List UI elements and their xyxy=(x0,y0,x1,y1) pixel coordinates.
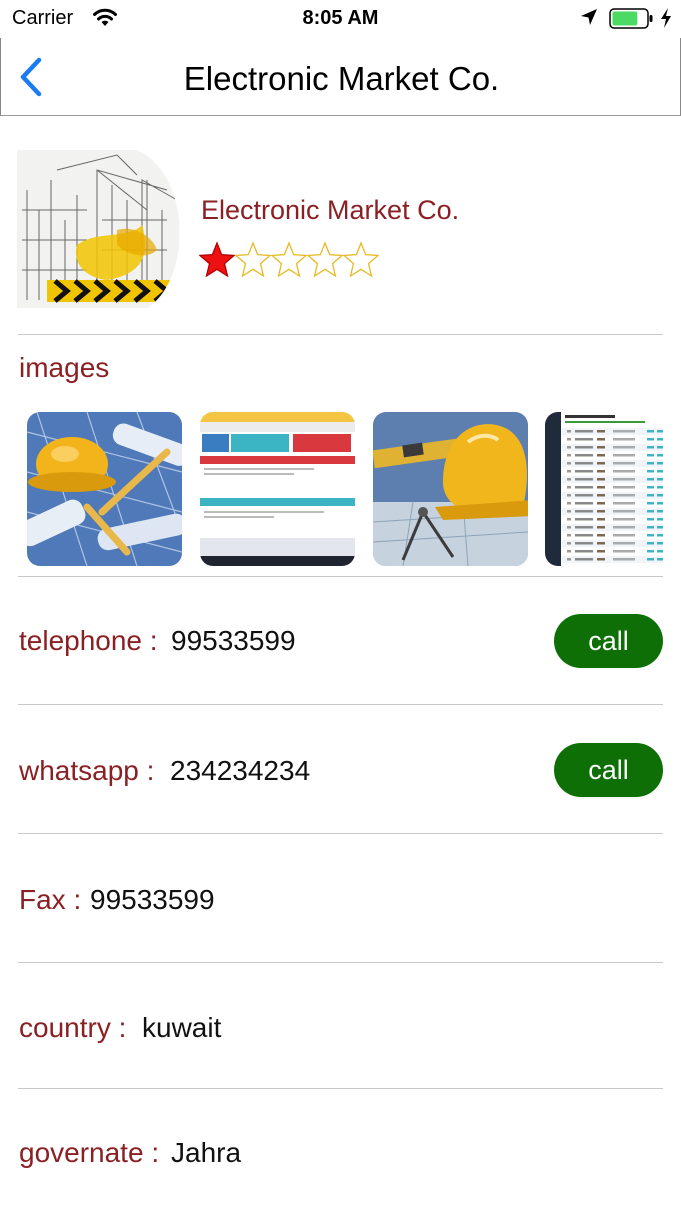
divider xyxy=(18,1088,663,1089)
status-bar: Carrier 8:05 AM xyxy=(0,0,681,38)
fax-value: 99533599 xyxy=(90,884,215,915)
telephone-value: 99533599 xyxy=(171,625,296,656)
divider xyxy=(18,334,663,335)
gallery-thumbnail[interactable] xyxy=(373,412,528,566)
navigation-bar: Electronic Market Co. xyxy=(0,38,681,116)
charging-bolt-icon xyxy=(661,8,671,28)
divider xyxy=(18,962,663,963)
whatsapp-label: whatsapp : xyxy=(19,755,155,786)
company-name: Electronic Market Co. xyxy=(201,195,460,225)
telephone-label: telephone : xyxy=(19,625,158,656)
company-logo xyxy=(17,150,185,312)
gallery-thumbnail[interactable] xyxy=(27,412,182,566)
divider xyxy=(18,704,663,705)
status-time: 8:05 AM xyxy=(302,7,379,29)
battery-icon xyxy=(609,8,653,29)
country-value: kuwait xyxy=(142,1012,222,1043)
images-section-title: images xyxy=(19,352,110,383)
location-arrow-icon xyxy=(581,9,597,25)
divider xyxy=(18,576,663,577)
fax-label: Fax : xyxy=(19,884,82,915)
telephone-call-button[interactable]: call xyxy=(554,614,663,668)
image-gallery[interactable] xyxy=(18,405,663,573)
star-filled-icon xyxy=(199,241,235,278)
star-rating xyxy=(199,241,379,279)
country-label: country : xyxy=(19,1012,127,1043)
divider xyxy=(18,833,663,834)
gallery-thumbnail[interactable] xyxy=(200,412,355,566)
whatsapp-call-button[interactable]: call xyxy=(554,743,663,797)
star-outline-icon xyxy=(343,241,379,278)
star-outline-icon xyxy=(271,241,307,278)
star-outline-icon xyxy=(235,241,271,278)
governate-value: Jahra xyxy=(171,1137,242,1168)
governate-label: governate : xyxy=(19,1137,160,1168)
page-title: Electronic Market Co. xyxy=(183,60,500,97)
whatsapp-value: 234234234 xyxy=(170,755,311,786)
star-outline-icon xyxy=(307,241,343,278)
gallery-thumbnail[interactable] xyxy=(545,412,663,566)
